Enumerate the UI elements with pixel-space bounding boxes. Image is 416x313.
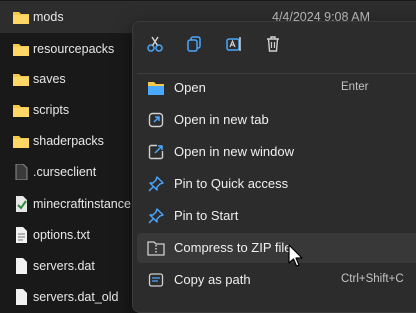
menu-item-open[interactable]: Open Enter [137, 73, 416, 103]
json-file-icon [16, 196, 27, 212]
file-name: saves [33, 72, 66, 86]
menu-item-open-new-tab[interactable]: Open in new tab [137, 105, 416, 135]
file-icon [16, 258, 27, 274]
menu-item-pin-start[interactable]: Pin to Start [137, 201, 416, 231]
zip-folder-icon [147, 239, 165, 257]
file-name: mods [33, 10, 64, 24]
menu-item-label: Open [174, 80, 206, 95]
menu-item-compress-zip[interactable]: Compress to ZIP file [137, 233, 416, 263]
mouse-cursor-icon [288, 244, 303, 267]
menu-item-label: Compress to ZIP file [174, 240, 292, 255]
file-name: options.txt [33, 228, 90, 242]
text-file-icon [16, 227, 27, 243]
new-tab-icon [147, 111, 165, 129]
menu-item-label: Open in new tab [174, 112, 269, 127]
rename-button[interactable] [223, 33, 245, 55]
menu-item-label: Pin to Quick access [174, 176, 289, 191]
menu-item-label: Copy as path [174, 272, 251, 287]
folder-icon [13, 74, 29, 86]
trash-icon [267, 36, 279, 52]
copy-button[interactable] [183, 33, 205, 55]
menu-item-label: Pin to Start [174, 208, 239, 223]
rename-icon [226, 37, 241, 51]
file-name: servers.dat_old [33, 290, 119, 304]
folder-icon [13, 105, 29, 117]
pin-icon [147, 175, 165, 193]
copy-icon [187, 36, 201, 52]
menu-item-shortcut: Enter [341, 81, 369, 93]
folder-icon [13, 44, 29, 56]
file-icon [16, 289, 27, 305]
file-name: resourcepacks [33, 42, 115, 56]
file-name: shaderpacks [33, 134, 104, 148]
new-window-icon [147, 143, 165, 161]
context-menu: Open Enter Open in new tab Open in new w… [132, 21, 416, 313]
menu-item-open-new-window[interactable]: Open in new window [137, 137, 416, 167]
menu-item-shortcut: Ctrl+Shift+C [341, 273, 404, 285]
delete-button[interactable] [262, 33, 284, 55]
menu-item-pin-quick-access[interactable]: Pin to Quick access [137, 169, 416, 199]
file-name: servers.dat [33, 259, 95, 273]
menu-item-label: Open in new window [174, 144, 294, 159]
file-name: .curseclient [33, 165, 97, 179]
context-toolbar [133, 22, 416, 66]
copy-path-icon [147, 271, 165, 289]
folder-icon [13, 12, 29, 24]
file-name: scripts [33, 103, 70, 117]
file-icon [15, 164, 28, 180]
pin-icon [147, 207, 165, 225]
cut-button[interactable] [144, 33, 166, 55]
folder-icon [13, 136, 29, 148]
scissors-icon [147, 36, 163, 52]
menu-item-copy-as-path[interactable]: Copy as path Ctrl+Shift+C [137, 265, 416, 295]
folder-open-icon [147, 79, 165, 97]
